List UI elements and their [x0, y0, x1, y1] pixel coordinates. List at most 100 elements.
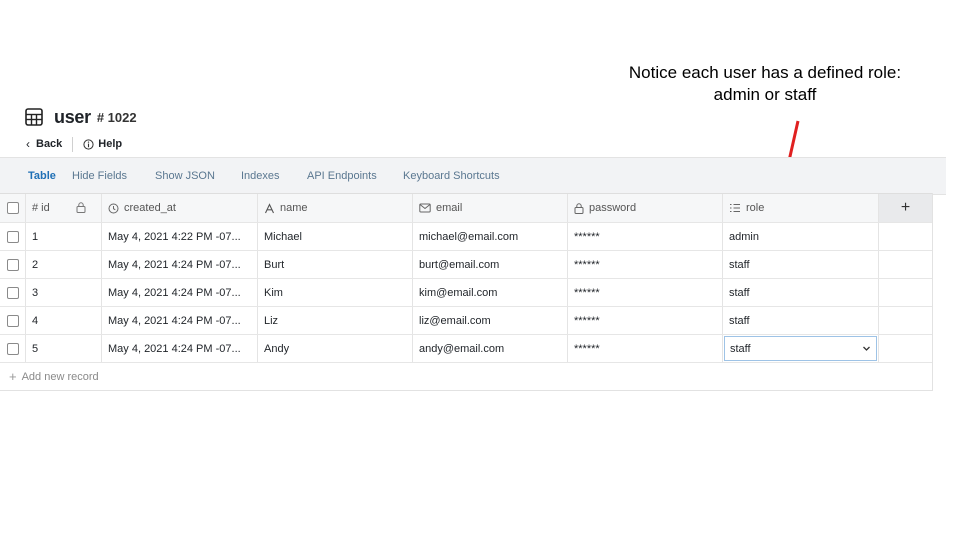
column-header-password[interactable]: password [567, 194, 722, 222]
divider [72, 136, 74, 152]
cell-password[interactable]: ****** [567, 279, 722, 306]
column-label-name: name [280, 202, 308, 214]
column-header-name[interactable]: name [257, 194, 412, 222]
column-label-id: # id [32, 202, 50, 214]
add-column-button[interactable]: + [878, 194, 932, 222]
role-select-value: staff [730, 342, 751, 355]
back-button[interactable]: ‹ Back [26, 137, 62, 151]
help-button[interactable]: Help [83, 138, 122, 150]
cell-empty [878, 335, 932, 362]
cell-created-at[interactable]: May 4, 2021 4:24 PM -07... [101, 279, 257, 306]
cell-created-at[interactable]: May 4, 2021 4:22 PM -07... [101, 223, 257, 250]
text-type-icon [264, 202, 275, 214]
tab-keyboard-shortcuts[interactable]: Keyboard Shortcuts [403, 158, 500, 194]
records-table: # id created_at name email password role… [0, 193, 933, 391]
cell-name[interactable]: Liz [257, 307, 412, 334]
add-new-record-label: Add new record [21, 370, 99, 383]
chevron-down-icon [863, 346, 870, 351]
cell-password[interactable]: ****** [567, 335, 722, 362]
cell-created-at[interactable]: May 4, 2021 4:24 PM -07... [101, 335, 257, 362]
column-header-created-at[interactable]: created_at [101, 194, 257, 222]
column-label-password: password [589, 202, 637, 214]
cell-email[interactable]: andy@email.com [412, 335, 567, 362]
table-row[interactable]: 2 May 4, 2021 4:24 PM -07... Burt burt@e… [0, 250, 932, 278]
row-checkbox[interactable] [7, 230, 19, 243]
lock-icon [574, 202, 584, 214]
cell-password[interactable]: ****** [567, 307, 722, 334]
row-select-cell [0, 279, 25, 306]
annotation-text: Notice each user has a defined role: adm… [600, 62, 930, 106]
cell-id[interactable]: 4 [25, 307, 101, 334]
tab-hide-fields[interactable]: Hide Fields [72, 158, 127, 194]
row-checkbox[interactable] [7, 314, 19, 327]
row-checkbox[interactable] [7, 342, 19, 355]
cell-id[interactable]: 1 [25, 223, 101, 250]
row-checkbox[interactable] [7, 286, 19, 299]
role-select[interactable]: staff [724, 336, 877, 361]
column-label-created-at: created_at [124, 202, 176, 214]
cell-role[interactable]: admin [722, 223, 878, 250]
cell-role[interactable]: staff [722, 279, 878, 306]
cell-password[interactable]: ****** [567, 223, 722, 250]
cell-empty [878, 307, 932, 334]
table-row[interactable]: 1 May 4, 2021 4:22 PM -07... Michael mic… [0, 222, 932, 250]
cell-id[interactable]: 2 [25, 251, 101, 278]
info-icon [83, 138, 94, 150]
cell-id[interactable]: 3 [25, 279, 101, 306]
cell-empty [878, 223, 932, 250]
table-icon [25, 108, 43, 126]
cell-name[interactable]: Andy [257, 335, 412, 362]
column-header-role[interactable]: role [722, 194, 878, 222]
record-id: # 1022 [96, 109, 137, 125]
cell-email[interactable]: burt@email.com [412, 251, 567, 278]
header-nav: ‹ Back Help [26, 135, 122, 153]
envelope-icon [419, 203, 431, 213]
cell-empty [878, 279, 932, 306]
row-select-cell [0, 223, 25, 250]
row-select-cell [0, 307, 25, 334]
cell-name[interactable]: Burt [257, 251, 412, 278]
cell-role-editing: staff [722, 335, 878, 362]
select-all-cell [0, 194, 25, 222]
row-checkbox[interactable] [7, 258, 19, 271]
row-select-cell [0, 251, 25, 278]
cell-password[interactable]: ****** [567, 251, 722, 278]
annotation-line-1: Notice each user has a defined role: [628, 63, 902, 82]
column-label-role: role [746, 202, 765, 214]
tab-table[interactable]: Table [28, 158, 56, 194]
cell-id[interactable]: 5 [25, 335, 101, 362]
cell-role[interactable]: staff [722, 307, 878, 334]
column-header-id[interactable]: # id [25, 194, 101, 222]
plus-icon: + [9, 369, 17, 384]
enum-list-icon [729, 203, 741, 213]
cell-created-at[interactable]: May 4, 2021 4:24 PM -07... [101, 251, 257, 278]
add-new-record-button[interactable]: + Add new record [0, 362, 932, 390]
view-tabs: Table Hide Fields Show JSON Indexes API … [0, 157, 946, 195]
table-row[interactable]: 5 May 4, 2021 4:24 PM -07... Andy andy@e… [0, 334, 932, 362]
tab-api-endpoints[interactable]: API Endpoints [307, 158, 377, 194]
lock-icon [76, 202, 86, 213]
cell-email[interactable]: michael@email.com [412, 223, 567, 250]
back-label: Back [36, 138, 63, 150]
row-select-cell [0, 335, 25, 362]
clock-icon [108, 203, 119, 214]
column-header-email[interactable]: email [412, 194, 567, 222]
cell-name[interactable]: Michael [257, 223, 412, 250]
cell-email[interactable]: kim@email.com [412, 279, 567, 306]
cell-role[interactable]: staff [722, 251, 878, 278]
cell-empty [878, 251, 932, 278]
column-label-email: email [436, 202, 463, 214]
cell-email[interactable]: liz@email.com [412, 307, 567, 334]
chevron-left-icon: ‹ [26, 137, 30, 151]
page-title: user [54, 106, 91, 127]
tab-show-json[interactable]: Show JSON [155, 158, 215, 194]
table-row[interactable]: 3 May 4, 2021 4:24 PM -07... Kim kim@ema… [0, 278, 932, 306]
select-all-checkbox[interactable] [7, 202, 19, 214]
help-label: Help [98, 138, 123, 150]
tab-indexes[interactable]: Indexes [241, 158, 280, 194]
page-header: user # 1022 [25, 104, 137, 130]
cell-name[interactable]: Kim [257, 279, 412, 306]
table-row[interactable]: 4 May 4, 2021 4:24 PM -07... Liz liz@ema… [0, 306, 932, 334]
cell-created-at[interactable]: May 4, 2021 4:24 PM -07... [101, 307, 257, 334]
annotation-line-2: admin or staff [713, 85, 817, 104]
